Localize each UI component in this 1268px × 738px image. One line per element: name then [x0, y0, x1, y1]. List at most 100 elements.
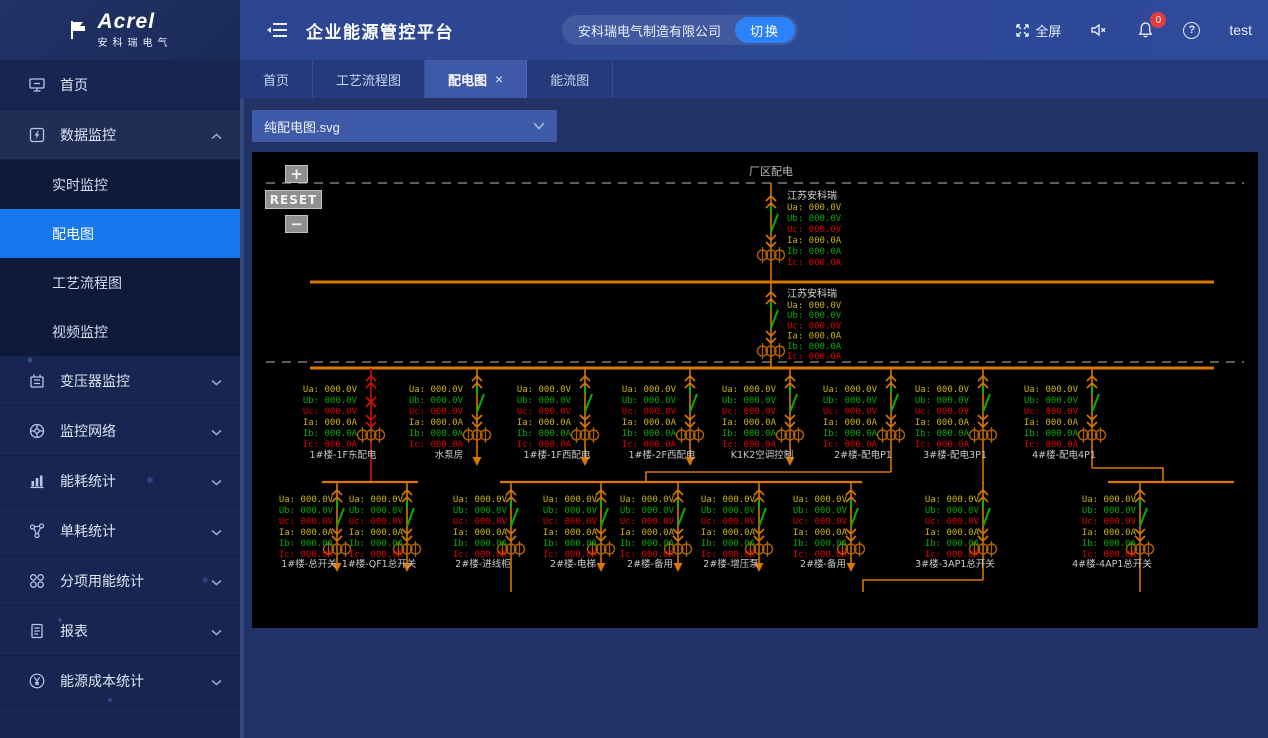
- diagram-node-l1-2: Ua: 000.0VUb: 000.0VUc: 000.0VIa: 000.0A…: [517, 368, 599, 466]
- svg-text:Ic: 000.0A: Ic: 000.0A: [1024, 440, 1079, 450]
- fullscreen-button[interactable]: 全屏: [1015, 21, 1061, 40]
- report-icon: [28, 622, 46, 640]
- sidebar-item-label: 能耗统计: [60, 471, 211, 491]
- diagram-node-l2-3: Ua: 000.0VUb: 000.0VUc: 000.0VIa: 000.0A…: [543, 482, 615, 572]
- tab-label: 首页: [263, 70, 289, 89]
- svg-text:Ib: 000.0A: Ib: 000.0A: [303, 429, 358, 439]
- svg-text:Ia: 000.0A: Ia: 000.0A: [303, 418, 358, 428]
- sidebar-subitem-video-monitoring[interactable]: 视频监控: [0, 307, 240, 356]
- svg-text:Ua: 000.0V: Ua: 000.0V: [349, 495, 404, 505]
- sidebar-subitem-realtime-monitoring[interactable]: 实时监控: [0, 160, 240, 209]
- svg-text:Ia: 000.0A: Ia: 000.0A: [925, 528, 980, 538]
- svg-text:Ua: 000.0V: Ua: 000.0V: [722, 385, 777, 395]
- transformer-icon: [28, 372, 46, 390]
- svg-text:1#楼-总开关: 1#楼-总开关: [281, 558, 337, 570]
- zoom-reset-button[interactable]: RESET: [265, 190, 322, 209]
- svg-text:Ia: 000.0A: Ia: 000.0A: [622, 418, 677, 428]
- svg-text:Ub: 000.0V: Ub: 000.0V: [1024, 396, 1079, 406]
- tab-close-icon[interactable]: ×: [495, 71, 503, 87]
- sidebar-item-monitoring-network[interactable]: 监控网络: [0, 406, 240, 456]
- sidebar-item-data-monitoring[interactable]: 数据监控: [0, 110, 240, 160]
- mute-button[interactable]: [1090, 22, 1108, 38]
- svg-text:Ic: 000.0A: Ic: 000.0A: [915, 440, 970, 450]
- svg-text:Uc: 000.0V: Uc: 000.0V: [722, 407, 777, 417]
- zoom-in-button[interactable]: +: [285, 165, 308, 183]
- svg-text:Ia: 000.0A: Ia: 000.0A: [279, 528, 334, 538]
- svg-text:Ib: 000.0A: Ib: 000.0A: [517, 429, 572, 439]
- svg-text:Ua: 000.0V: Ua: 000.0V: [543, 495, 598, 505]
- help-button[interactable]: ?: [1183, 22, 1200, 39]
- svg-text:Uc: 000.0V: Uc: 000.0V: [925, 517, 980, 527]
- svg-text:Ub: 000.0V: Ub: 000.0V: [925, 506, 980, 516]
- diagram-node-l2-0: Ua: 000.0VUb: 000.0VUc: 000.0VIa: 000.0A…: [279, 482, 351, 572]
- sidebar-item-home[interactable]: 首页: [0, 60, 240, 110]
- svg-text:Ic: 000.0A: Ic: 000.0A: [622, 440, 677, 450]
- tab-home[interactable]: 首页: [240, 60, 313, 98]
- sidebar-item-label: 首页: [60, 75, 222, 95]
- logo-brand: Acrel: [98, 12, 173, 32]
- svg-text:Ua: 000.0V: Ua: 000.0V: [925, 495, 980, 505]
- svg-text:Ua: 000.0V: Ua: 000.0V: [1082, 495, 1137, 505]
- svg-text:Ib: 000.0A: Ib: 000.0A: [622, 429, 677, 439]
- sidebar-subitem-process-flow-diagram[interactable]: 工艺流程图: [0, 258, 240, 307]
- logo-flag-icon: [68, 19, 90, 41]
- svg-text:Ib: 000.0A: Ib: 000.0A: [793, 539, 848, 549]
- svg-text:Ua: 000.0V: Ua: 000.0V: [279, 495, 334, 505]
- svg-text:Uc: 000.0V: Uc: 000.0V: [303, 407, 358, 417]
- sidebar-item-label: 监控网络: [60, 421, 211, 441]
- sidebar-item-label: 报表: [60, 621, 211, 641]
- diagram-canvas[interactable]: + RESET − 厂区配电江苏安科瑞Ua: 000.0VUb: 000.0VU…: [252, 152, 1258, 628]
- svg-text:Ia: 000.0A: Ia: 000.0A: [915, 418, 970, 428]
- svg-text:Ib: 000.0A: Ib: 000.0A: [1024, 429, 1079, 439]
- diagram-file-select[interactable]: 纯配电图.svg: [252, 110, 557, 142]
- sidebar-subitem-distribution-diagram[interactable]: 配电图: [0, 209, 240, 258]
- svg-text:Uc: 000.0V: Uc: 000.0V: [279, 517, 334, 527]
- content-scrollbar[interactable]: [240, 98, 244, 738]
- svg-text:3#楼-配电3P1: 3#楼-配电3P1: [923, 449, 987, 461]
- sidebar-item-energy-consumption-stats[interactable]: 能耗统计: [0, 456, 240, 506]
- tab-label: 配电图: [448, 70, 487, 89]
- svg-text:Ia: 000.0A: Ia: 000.0A: [787, 236, 842, 246]
- svg-text:Ua: 000.0V: Ua: 000.0V: [303, 385, 358, 395]
- data-monitor-icon: [28, 126, 46, 144]
- cost-icon: [28, 672, 46, 690]
- sidebar-item-reports[interactable]: 报表: [0, 606, 240, 656]
- svg-text:Uc: 000.0V: Uc: 000.0V: [793, 517, 848, 527]
- subitem-energy-icon: [28, 572, 46, 590]
- svg-text:Ia: 000.0A: Ia: 000.0A: [517, 418, 572, 428]
- sidebar-collapse-button[interactable]: [266, 21, 288, 39]
- svg-text:Uc: 000.0V: Uc: 000.0V: [409, 407, 464, 417]
- sidebar-item-unit-consumption-stats[interactable]: 单耗统计: [0, 506, 240, 556]
- sidebar-item-energy-cost-stats[interactable]: 能源成本统计: [0, 656, 240, 706]
- notifications-button[interactable]: 0: [1137, 21, 1154, 39]
- diagram-node-l1-3: Ua: 000.0VUb: 000.0VUc: 000.0VIa: 000.0A…: [622, 368, 704, 466]
- sidebar: 首页数据监控实时监控配电图工艺流程图视频监控变压器监控监控网络能耗统计单耗统计分…: [0, 60, 240, 738]
- tab-process-flow[interactable]: 工艺流程图: [313, 60, 425, 98]
- username[interactable]: test: [1229, 22, 1252, 38]
- switch-company-button[interactable]: 切换: [735, 17, 795, 43]
- svg-text:Uc: 000.0V: Uc: 000.0V: [622, 407, 677, 417]
- chevron-down-icon: [211, 673, 222, 689]
- svg-text:Uc: 000.0V: Uc: 000.0V: [517, 407, 572, 417]
- chevron-down-icon: [211, 573, 222, 589]
- svg-text:Ia: 000.0A: Ia: 000.0A: [349, 528, 404, 538]
- sidebar-item-subitem-energy-stats[interactable]: 分项用能统计: [0, 556, 240, 606]
- svg-text:Ib: 000.0A: Ib: 000.0A: [543, 539, 598, 549]
- svg-text:Ub: 000.0V: Ub: 000.0V: [1082, 506, 1137, 516]
- svg-text:4#楼-配电4P1: 4#楼-配电4P1: [1032, 449, 1096, 461]
- diagram-node-l1-4: Ua: 000.0VUb: 000.0VUc: 000.0VIa: 000.0A…: [722, 368, 804, 466]
- svg-text:Uc: 000.0V: Uc: 000.0V: [787, 225, 842, 235]
- svg-text:Uc: 000.0V: Uc: 000.0V: [1024, 407, 1079, 417]
- tab-distribution-diagram[interactable]: 配电图 ×: [425, 60, 527, 98]
- tab-energy-flow[interactable]: 能流图: [527, 60, 613, 98]
- svg-text:Ua: 000.0V: Ua: 000.0V: [787, 301, 842, 311]
- sidebar-item-transformer-monitoring[interactable]: 变压器监控: [0, 356, 240, 406]
- help-icon: ?: [1183, 22, 1200, 39]
- diagram-file-value: 纯配电图.svg: [264, 117, 340, 136]
- fullscreen-label: 全屏: [1035, 21, 1061, 40]
- svg-text:江苏安科瑞: 江苏安科瑞: [787, 189, 837, 202]
- svg-text:Ua: 000.0V: Ua: 000.0V: [793, 495, 848, 505]
- svg-text:Ib: 000.0A: Ib: 000.0A: [1082, 539, 1137, 549]
- zoom-out-button[interactable]: −: [285, 215, 308, 233]
- diagram-node-l2-6: Ua: 000.0VUb: 000.0VUc: 000.0VIa: 000.0A…: [793, 482, 865, 572]
